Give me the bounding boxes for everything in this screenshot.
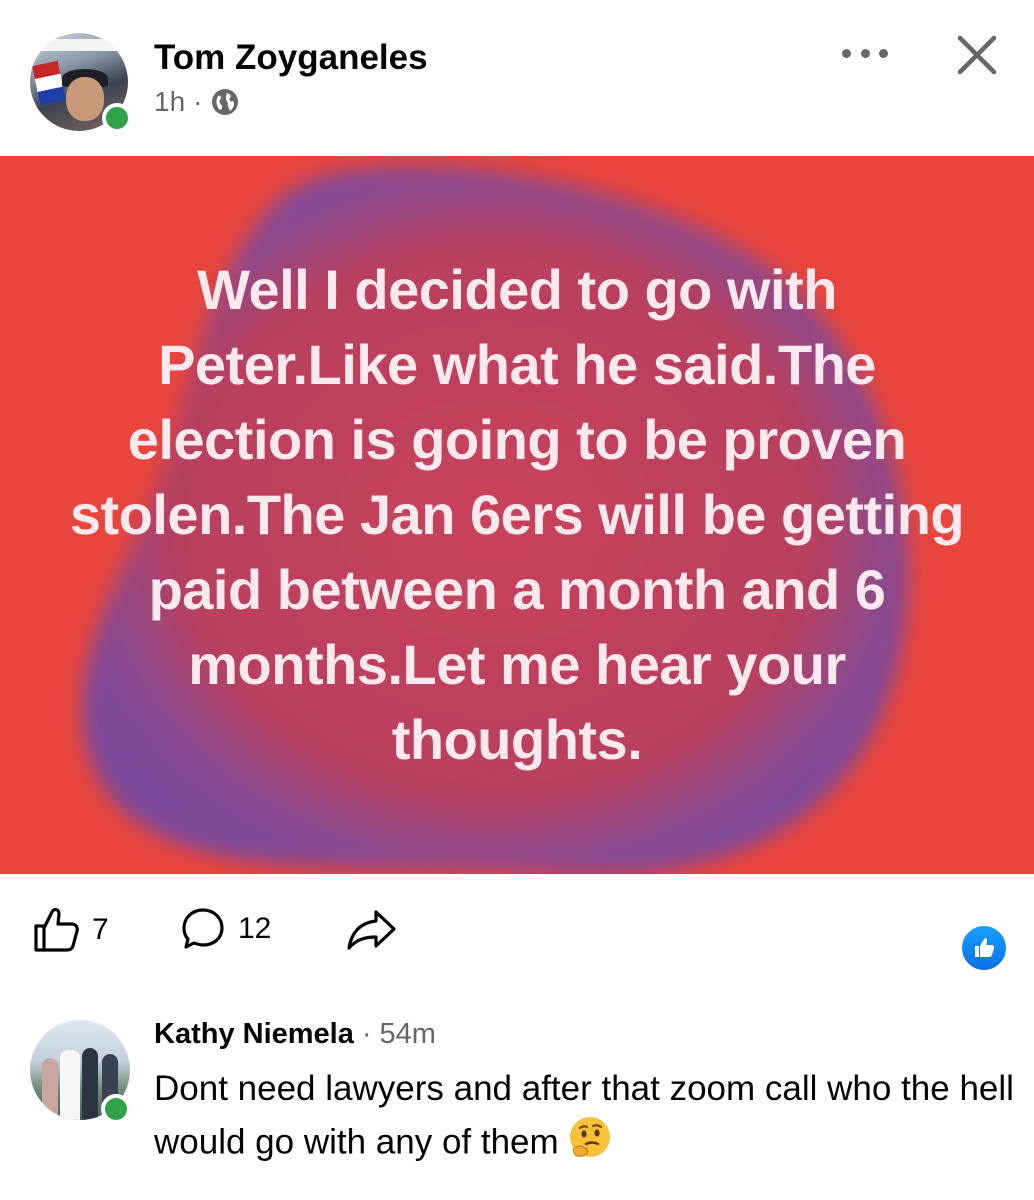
author-name[interactable]: Tom Zoyganeles <box>154 38 428 78</box>
globe-icon <box>210 87 240 117</box>
post-meta: 1h · <box>154 86 240 118</box>
like-count: 7 <box>92 913 109 946</box>
comment-time[interactable]: 54m <box>380 1018 436 1051</box>
comment-button[interactable]: 12 <box>178 904 271 954</box>
comment-icon <box>182 908 224 949</box>
post-text: Well I decided to go with Peter.Like wha… <box>69 258 965 771</box>
post-actions: 7 12 <box>0 874 1034 994</box>
more-options-icon[interactable] <box>842 38 888 68</box>
share-icon <box>347 910 396 950</box>
post-background: Well I decided to go with Peter.Like wha… <box>0 156 1034 874</box>
like-reaction-badge[interactable] <box>960 924 1008 972</box>
comment-body: Dont need lawyers and after that zoom ca… <box>154 1064 1014 1174</box>
comment-count: 12 <box>238 912 272 945</box>
thumbs-up-icon <box>975 938 995 957</box>
thinking-face-icon <box>567 1114 613 1174</box>
commenter-name[interactable]: Kathy Niemela <box>154 1018 354 1051</box>
post-time[interactable]: 1h <box>154 86 185 118</box>
online-status-dot <box>101 1094 131 1124</box>
post-header: Tom Zoyganeles 1h · <box>0 0 1034 156</box>
comment-separator: · <box>361 1018 372 1050</box>
online-status-dot <box>102 103 132 133</box>
share-button[interactable] <box>344 904 400 954</box>
comment-header: Kathy Niemela · 54m <box>154 1018 436 1051</box>
meta-separator: · <box>193 86 203 117</box>
like-button[interactable]: 7 <box>30 904 109 956</box>
thumbs-up-icon <box>34 907 79 952</box>
close-icon[interactable] <box>952 30 1002 80</box>
